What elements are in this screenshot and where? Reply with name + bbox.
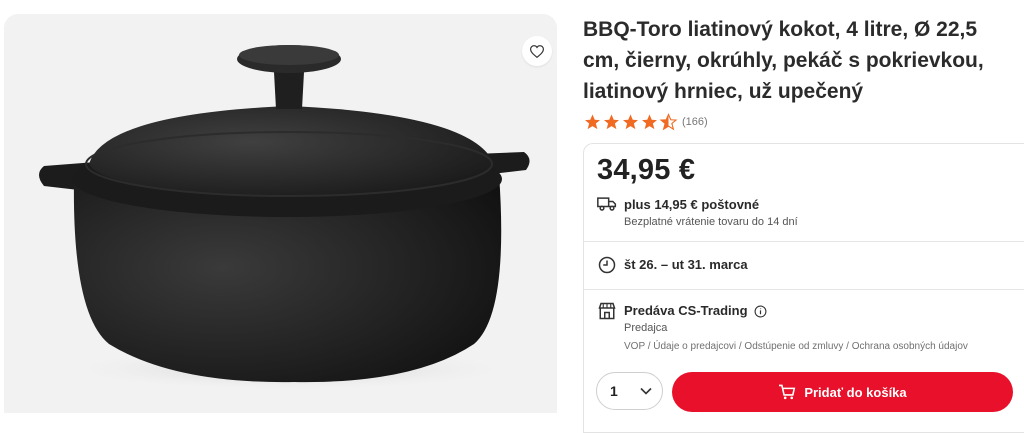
quantity-value: 1 (610, 383, 618, 399)
product-image-panel[interactable] (4, 14, 557, 413)
delivery-dates: št 26. – ut 31. marca (624, 257, 748, 272)
star-icon (623, 114, 638, 130)
favorite-button[interactable] (522, 36, 552, 66)
shipping-label: plus 14,95 € poštovné (624, 197, 760, 212)
heart-icon (530, 44, 544, 58)
quantity-select[interactable]: 1 (596, 372, 663, 410)
half-star-icon (659, 113, 678, 131)
star-icon (642, 114, 657, 130)
seller-label[interactable]: Predáva CS-Trading (624, 302, 748, 320)
seller-row: Predáva CS-Trading Predajca VOP / Údaje … (596, 302, 968, 355)
chevron-down-icon (640, 387, 652, 395)
rating-stars (583, 113, 678, 131)
store-icon (598, 302, 616, 320)
clock-icon (598, 256, 616, 274)
star-icon (604, 114, 619, 130)
info-icon[interactable] (754, 305, 767, 318)
seller-type: Predajca (624, 322, 668, 334)
truck-icon (597, 197, 617, 211)
buy-box: 34,95 € plus 14,95 € poštovné Bezplatné … (583, 143, 1024, 433)
add-to-cart-button[interactable]: Pridať do košíka (672, 372, 1013, 412)
add-to-cart-label: Pridať do košíka (804, 384, 907, 400)
cart-icon (779, 384, 796, 400)
rating-count[interactable]: (166) (682, 116, 708, 128)
divider (584, 289, 1024, 290)
price: 34,95 € (597, 154, 696, 186)
star-icon (585, 114, 600, 130)
shipping-row: plus 14,95 € poštovné Bezplatné vrátenie… (596, 196, 798, 230)
delivery-row: št 26. – ut 31. marca (596, 256, 748, 276)
divider (584, 241, 1024, 242)
product-image (39, 45, 530, 391)
product-rating[interactable]: (166) (583, 112, 708, 132)
returns-text: Bezplatné vrátenie tovaru do 14 dní (624, 216, 798, 228)
seller-links[interactable]: VOP / Údaje o predajcovi / Odstúpenie od… (624, 339, 968, 355)
product-title: BBQ-Toro liatinový kokot, 4 litre, Ø 22,… (583, 18, 984, 103)
